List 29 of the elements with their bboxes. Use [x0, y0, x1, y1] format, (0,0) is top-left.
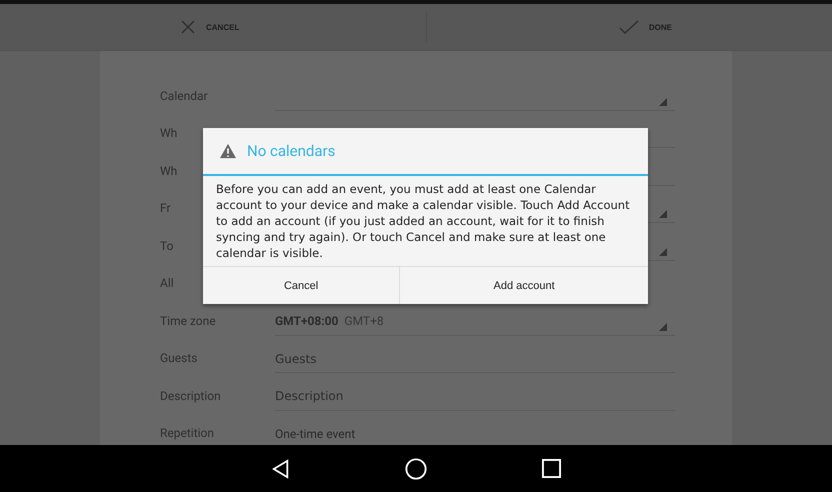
dialog-message: Before you can add an event, you must add at least one Calendar account to your device and make a calendar visible. Touch Add Account to add an account (if you just added an account, wait for it to finish syncing and try again). Or touch Cancel and make sure at least one calendar is visible.	[215, 181, 631, 262]
dropdown-triangle-icon	[659, 98, 667, 106]
field-label: To	[160, 238, 174, 252]
close-icon	[180, 19, 196, 35]
field-value[interactable]: One-time event	[275, 420, 675, 448]
field-label: Repetition	[160, 426, 214, 440]
warning-icon	[219, 143, 237, 159]
dropdown-triangle-icon	[659, 248, 667, 256]
field-label: Time zone	[160, 314, 216, 328]
text-input[interactable]: Guests	[275, 352, 675, 366]
dialog-button[interactable]: Cancel	[203, 267, 400, 304]
field-label: Guests	[160, 351, 198, 365]
back-icon[interactable]	[272, 458, 290, 478]
dialog-button[interactable]: Add account	[399, 267, 648, 304]
dialog-title: No calendars	[247, 142, 336, 160]
home-icon[interactable]	[404, 458, 426, 480]
cancel-button[interactable]: CANCEL	[100, 4, 426, 50]
done-button[interactable]: DONE	[426, 4, 732, 50]
field-label: Fr	[160, 201, 171, 215]
text-input[interactable]: Description	[275, 389, 675, 403]
checkmark-icon	[618, 19, 639, 35]
field-label: Calendar	[160, 88, 208, 102]
field-label: Description	[160, 388, 221, 402]
field-label: Wh	[160, 126, 178, 140]
field-label: Wh	[160, 164, 178, 178]
field-label: All	[160, 276, 174, 290]
recent-apps-icon[interactable]	[542, 459, 560, 478]
dropdown-triangle-icon	[659, 322, 667, 330]
dropdown-triangle-icon	[659, 210, 667, 218]
